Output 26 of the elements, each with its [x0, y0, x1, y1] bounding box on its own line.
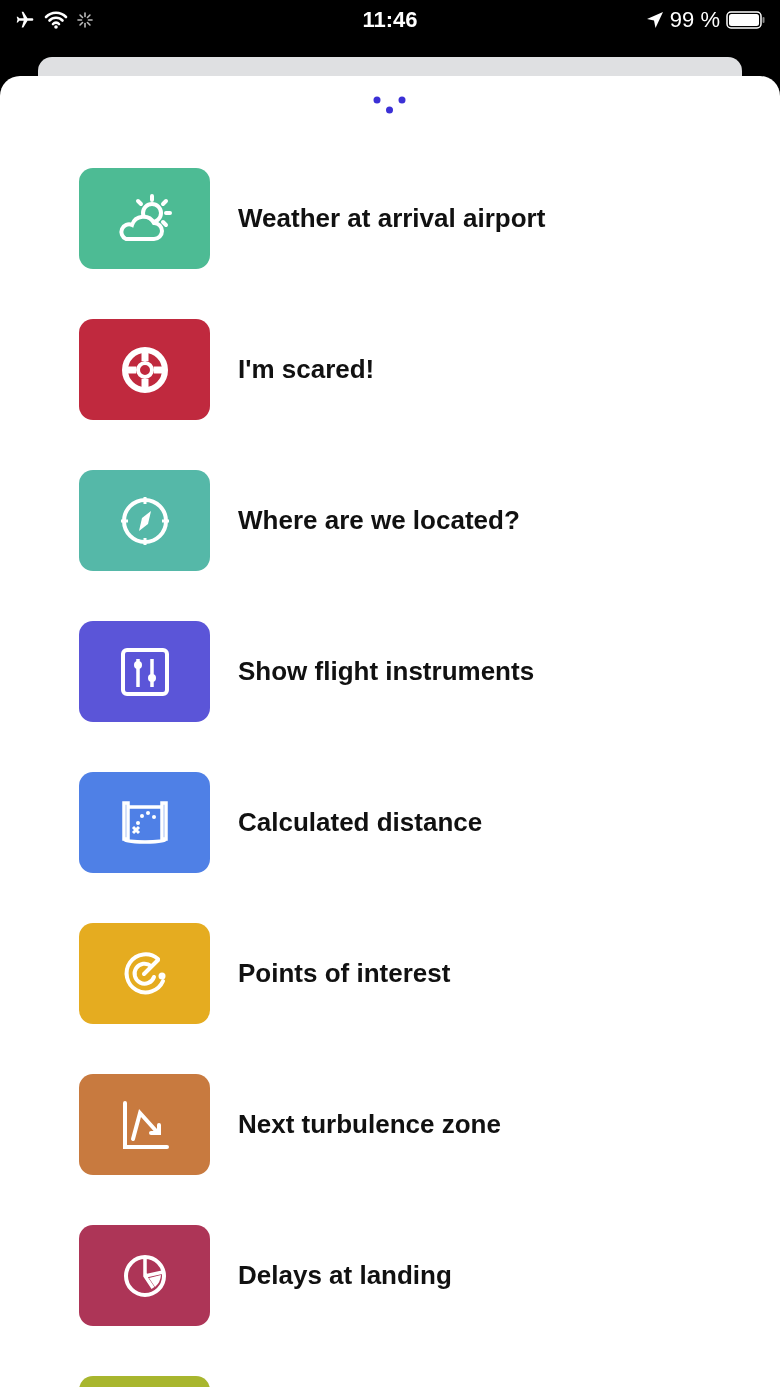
sliders-icon — [119, 646, 170, 697]
menu-label[interactable]: Where are we located? — [238, 505, 520, 536]
lifebuoy-icon — [119, 344, 170, 395]
menu-tile[interactable] — [79, 1074, 210, 1175]
location-arrow-icon — [645, 11, 664, 29]
menu-label[interactable]: Show flight instruments — [238, 656, 535, 687]
airplane-icon — [14, 10, 36, 30]
status-time: 11:46 — [362, 7, 418, 33]
menu-tile[interactable] — [79, 470, 210, 571]
menu-tile[interactable] — [79, 1225, 210, 1326]
menu-tile[interactable] — [79, 772, 210, 873]
battery-icon — [726, 10, 766, 30]
menu-tile[interactable] — [79, 621, 210, 722]
menu-label[interactable]: Calculated distance — [238, 807, 483, 838]
menu-label[interactable]: Points of interest — [238, 958, 451, 989]
menu-label[interactable]: Next turbulence zone — [238, 1109, 501, 1140]
menu-tile[interactable] — [79, 923, 210, 1024]
loading-dots-icon — [373, 96, 407, 116]
spinner-icon — [76, 11, 94, 29]
battery-percent: 99 % — [669, 7, 720, 33]
menu-label[interactable]: I'm scared! — [238, 354, 375, 385]
menu-label[interactable]: Weather at arrival airport — [238, 203, 546, 234]
menu-label[interactable]: Delays at landing — [238, 1260, 452, 1291]
menu-tile[interactable] — [79, 168, 210, 269]
wifi-icon — [44, 11, 68, 29]
menu-tile[interactable] — [79, 319, 210, 420]
